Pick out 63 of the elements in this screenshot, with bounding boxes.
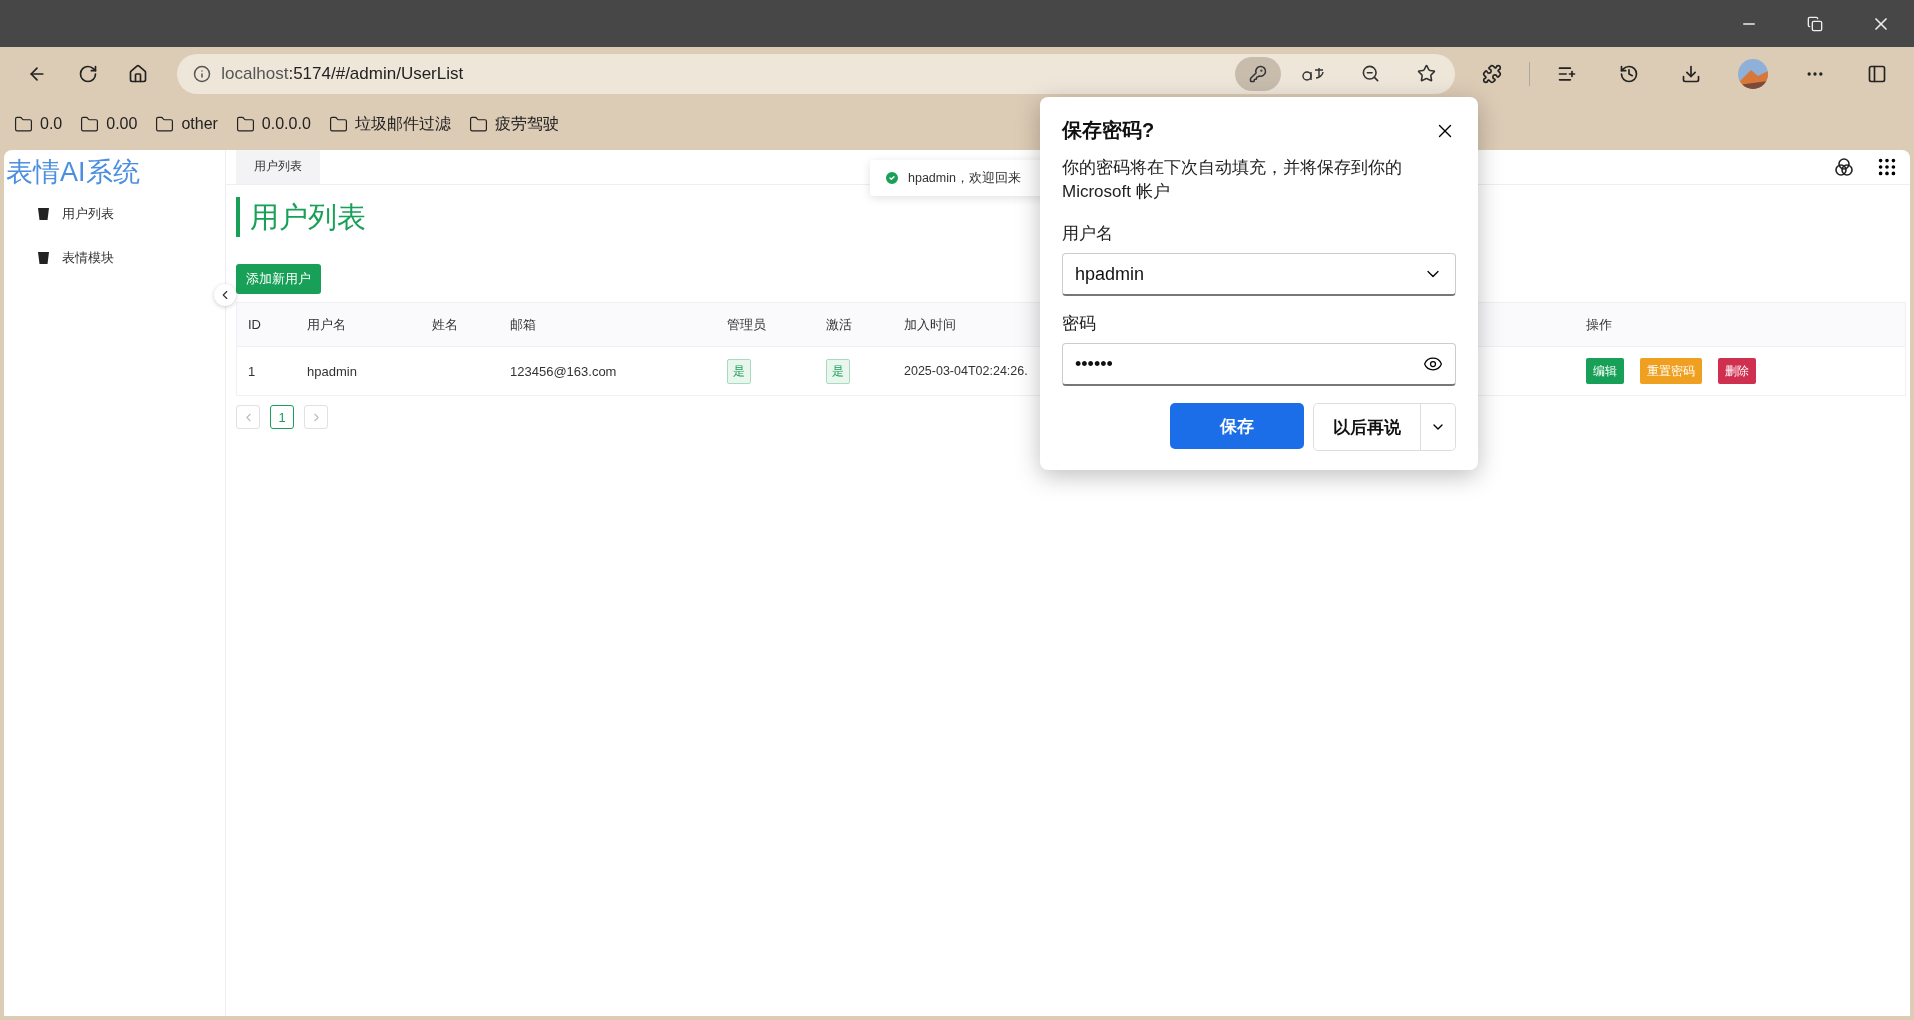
toast-message: hpadmin，欢迎回来 — [908, 169, 1021, 187]
column-header: 操作 — [1586, 315, 1612, 334]
home-icon[interactable] — [128, 63, 149, 84]
address-bar[interactable]: localhost:5174/#/admin/UserList — [177, 53, 1456, 94]
column-header: 邮箱 — [510, 315, 536, 334]
admin-tag: 是 — [727, 358, 751, 384]
bookmark[interactable]: 0.0 — [14, 114, 63, 134]
password-field[interactable]: •••••• — [1062, 343, 1456, 386]
refresh-icon[interactable] — [77, 63, 98, 84]
star-icon[interactable] — [1416, 64, 1436, 83]
folder-icon — [235, 114, 255, 134]
field-label: 用户名 — [1062, 223, 1114, 245]
check-icon — [884, 170, 900, 186]
column-header: 用户名 — [307, 315, 346, 334]
page-button[interactable]: 1 — [270, 405, 294, 429]
url-text: localhost:5174/#/admin/UserList — [221, 63, 465, 84]
save-button[interactable]: 保存 — [1170, 403, 1304, 449]
cup-icon — [37, 251, 50, 265]
column-header: 激活 — [826, 315, 852, 334]
sidebar-icon[interactable] — [1867, 63, 1888, 84]
menu-item[interactable]: 表情模块 — [4, 238, 225, 278]
folder-icon — [328, 114, 348, 134]
folder-icon — [14, 114, 33, 134]
column-header: ID — [248, 317, 261, 332]
folder-icon — [155, 114, 175, 134]
column-header: 管理员 — [727, 315, 766, 334]
folder-icon — [468, 114, 488, 134]
avatar-icon[interactable] — [1738, 58, 1769, 89]
table-cell: 123456@163.com — [510, 363, 617, 379]
collapse-button[interactable] — [214, 284, 236, 306]
history-icon[interactable] — [1619, 63, 1640, 84]
column-header: 姓名 — [432, 315, 458, 334]
info-icon[interactable] — [193, 64, 212, 83]
bookmark[interactable]: 垃圾邮件过滤 — [328, 113, 451, 135]
bookmark[interactable]: 疲劳驾驶 — [468, 113, 559, 135]
table-cell: hpadmin — [307, 363, 357, 379]
active-tag: 是 — [826, 358, 850, 384]
column-header: 加入时间 — [904, 315, 956, 334]
cup-icon — [37, 207, 50, 221]
page-title: 用户列表 — [236, 197, 366, 237]
app-brand: 表情AI系统 — [5, 156, 141, 189]
username-field[interactable]: hpadmin — [1062, 253, 1456, 296]
puzzle-icon[interactable] — [1482, 63, 1503, 84]
apps-icon[interactable] — [1876, 156, 1898, 178]
bookmark[interactable]: 0.0.0.0 — [235, 114, 311, 134]
key-icon — [1249, 64, 1268, 83]
key-button[interactable] — [1235, 56, 1282, 91]
tab[interactable]: 用户列表 — [236, 150, 320, 184]
restore-icon[interactable] — [1807, 15, 1823, 32]
zoom-out-icon[interactable] — [1360, 64, 1380, 83]
bookmark[interactable]: 0.00 — [80, 114, 138, 134]
table-cell: 1 — [248, 363, 256, 379]
bookmark[interactable]: other — [155, 114, 218, 134]
download-icon[interactable] — [1681, 63, 1702, 84]
dialog-title: 保存密码? — [1062, 118, 1155, 143]
circles-icon[interactable] — [1834, 157, 1854, 177]
field-label: 密码 — [1062, 313, 1097, 335]
action-button[interactable]: 删除 — [1718, 358, 1756, 384]
later-button[interactable]: 以后再说 — [1314, 404, 1421, 450]
menu-item[interactable]: 用户列表 — [4, 194, 225, 234]
folder-icon — [80, 114, 100, 134]
dialog-description: 你的密码将在下次自动填充，并将保存到你的 Microsoft 帐户 — [1062, 157, 1403, 203]
table-cell: 2025-03-04T02:24:26. — [904, 364, 1028, 378]
